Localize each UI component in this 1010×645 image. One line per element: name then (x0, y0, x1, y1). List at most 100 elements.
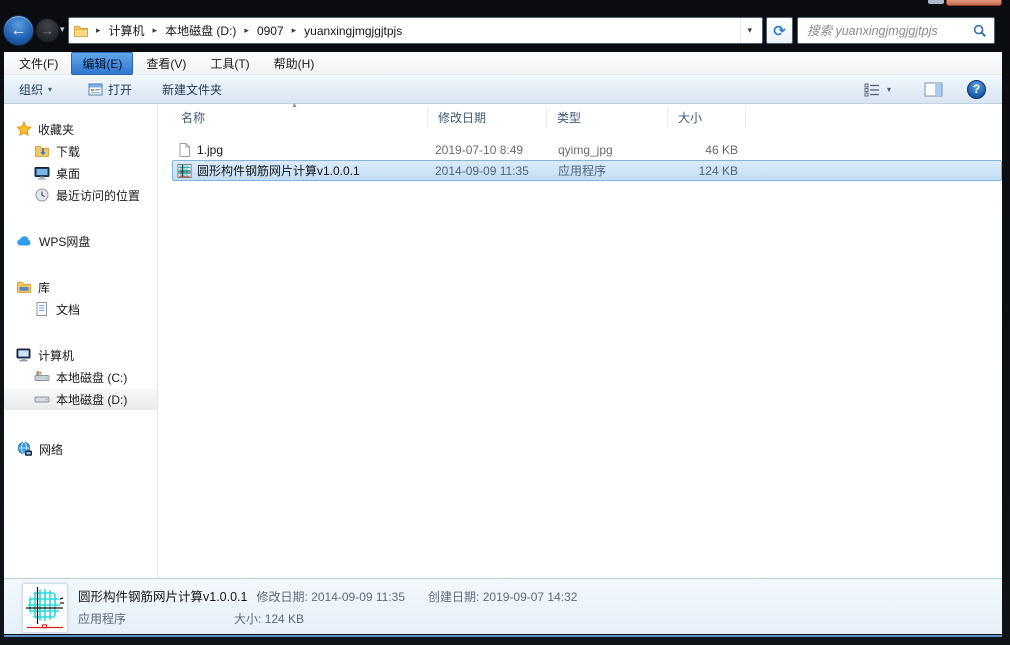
network-icon (17, 441, 32, 456)
details-pane: 圆形构件钢筋网片计算v1.0.0.1 修改日期: 2014-09-09 11:3… (4, 578, 1002, 634)
sidebar-label: 文档 (56, 302, 81, 317)
help-icon: ? (972, 82, 981, 96)
breadcrumb-current-folder[interactable]: yuanxingjmgjgjtpjs (303, 22, 403, 40)
list-view-icon (864, 83, 879, 96)
cloud-icon (17, 236, 31, 246)
forward-button[interactable]: → (35, 18, 60, 43)
sidebar-item-documents[interactable]: 文档 (4, 298, 157, 320)
organize-button[interactable]: 组织 ▾ (10, 77, 61, 102)
column-header-type[interactable]: 类型 (547, 107, 668, 128)
sidebar-item-drive-c[interactable]: 本地磁盘 (C:) (4, 366, 157, 388)
sidebar-label: 本地磁盘 (D:) (56, 392, 128, 407)
open-button[interactable]: 打开 (79, 77, 141, 102)
address-bar[interactable]: ▸ 计算机 ▸ 本地磁盘 (D:) ▸ 0907 ▸ yuanxingjmgjg… (68, 17, 763, 44)
file-name: 圆形构件钢筋网片计算v1.0.0.1 (197, 164, 360, 178)
sidebar-item-computer[interactable]: 计算机 (4, 344, 157, 366)
document-icon (36, 302, 47, 316)
application-window-icon (88, 83, 103, 95)
file-list-pane: ▲ 名称 修改日期 类型 大小 1.jpg 2019-07-10 8:49 qy… (157, 102, 1002, 578)
sidebar-label: 计算机 (38, 348, 75, 363)
recent-pages-dropdown[interactable]: ▾ (60, 24, 65, 35)
menu-file[interactable]: 文件(F) (8, 52, 69, 75)
refresh-button[interactable]: ⟳ (766, 17, 793, 44)
new-folder-label: 新建文件夹 (162, 82, 223, 97)
back-button[interactable]: ← (3, 15, 34, 46)
details-created: 创建日期: 2019-09-07 14:32 (428, 590, 578, 604)
chevron-down-icon: ▾ (747, 25, 752, 35)
details-modified: 修改日期: 2014-09-09 11:35 (256, 590, 406, 604)
new-folder-button[interactable]: 新建文件夹 (153, 77, 231, 102)
sidebar-label: 下载 (56, 144, 81, 159)
open-label: 打开 (108, 82, 133, 97)
sidebar-item-desktop[interactable]: 桌面 (4, 162, 157, 184)
forward-arrow-icon: → (41, 23, 54, 38)
help-button[interactable]: ? (967, 79, 986, 99)
file-modified: 2019-07-10 8:49 (435, 142, 524, 157)
desktop-icon (34, 167, 50, 180)
sidebar-item-drive-d[interactable]: 本地磁盘 (D:) (4, 388, 157, 410)
file-row-application[interactable]: 圆形构件钢筋网片计算v1.0.0.1 2014-09-09 11:35 应用程序… (172, 160, 1002, 181)
sidebar-item-downloads[interactable]: 下载 (4, 140, 157, 162)
sidebar-item-favorites[interactable]: 收藏夹 (4, 118, 157, 140)
sidebar-label: 收藏夹 (38, 122, 75, 137)
address-dropdown-button[interactable]: ▾ (740, 18, 758, 43)
menu-edit[interactable]: 编辑(E) (71, 51, 134, 75)
sidebar-item-network[interactable]: 网络 (4, 438, 157, 460)
chevron-down-icon: ▾ (886, 84, 891, 94)
column-header-size[interactable]: 大小 (668, 107, 746, 128)
image-file-icon (179, 142, 190, 157)
menu-bar: 文件(F) 编辑(E) 查看(V) 工具(T) 帮助(H) (4, 51, 1002, 75)
file-list: 1.jpg 2019-07-10 8:49 qyimg_jpg 46 KB 圆形… (158, 139, 1002, 181)
file-size: 46 KB (705, 142, 738, 157)
search-icon[interactable] (973, 24, 987, 38)
command-toolbar: 组织 ▾ 打开 新建文件夹 ▾ ? (4, 75, 1002, 104)
search-box (797, 17, 995, 44)
sidebar-item-libraries[interactable]: 库 (4, 276, 157, 298)
sidebar-item-recent-places[interactable]: 最近访问的位置 (4, 184, 157, 206)
details-text: 圆形构件钢筋网片计算v1.0.0.1 修改日期: 2014-09-09 11:3… (78, 586, 578, 626)
navigation-pane: 收藏夹 下载 桌面 最近访问的位置 WPS网盘 库 文档 计算机 本地磁盘 (C… (4, 104, 157, 578)
maximize-button[interactable] (928, 0, 944, 4)
preview-pane-icon (924, 82, 943, 96)
sidebar-label: 桌面 (56, 166, 81, 181)
search-input[interactable] (798, 18, 994, 43)
chevron-down-icon: ▾ (48, 84, 53, 94)
breadcrumb-separator[interactable]: ▸ (153, 25, 158, 36)
breadcrumb-drive-d[interactable]: 本地磁盘 (D:) (164, 20, 237, 41)
column-header-name[interactable]: 名称 (158, 107, 428, 128)
details-file-type: 应用程序 (78, 612, 127, 626)
menu-view[interactable]: 查看(V) (135, 52, 197, 75)
folder-icon (74, 25, 88, 37)
explorer-window: ← → ▾ ▸ 计算机 ▸ 本地磁盘 (D:) ▸ 0907 ▸ yuanxin… (0, 0, 1010, 645)
selected-file-thumbnail (22, 583, 68, 633)
breadcrumb-computer[interactable]: 计算机 (108, 20, 146, 41)
file-row-jpg[interactable]: 1.jpg 2019-07-10 8:49 qyimg_jpg 46 KB (172, 139, 1002, 160)
preview-pane-button[interactable] (915, 78, 952, 101)
sidebar-label: 库 (38, 280, 51, 295)
breadcrumb-separator[interactable]: ▸ (96, 25, 101, 36)
sidebar-label: 本地磁盘 (C:) (56, 370, 128, 385)
star-icon (16, 121, 32, 136)
back-arrow-icon: ← (10, 21, 27, 39)
breadcrumb-separator[interactable]: ▸ (244, 25, 249, 36)
application-grid-icon (177, 163, 192, 178)
computer-icon (16, 348, 31, 362)
chevron-down-icon: ▾ (60, 24, 65, 34)
breadcrumb-0907[interactable]: 0907 (256, 22, 285, 40)
refresh-icon: ⟳ (773, 22, 786, 40)
menu-tools[interactable]: 工具(T) (199, 52, 260, 75)
details-title: 圆形构件钢筋网片计算v1.0.0.1 (78, 590, 248, 604)
views-button[interactable]: ▾ (855, 78, 900, 101)
menu-help[interactable]: 帮助(H) (263, 52, 326, 75)
breadcrumb-separator[interactable]: ▸ (292, 25, 297, 36)
close-button[interactable] (946, 0, 1002, 6)
column-header-modified[interactable]: 修改日期 (428, 107, 547, 128)
window-bottom-edge (4, 635, 1002, 637)
drive-d-icon (34, 396, 50, 403)
sidebar-item-wps-cloud[interactable]: WPS网盘 (4, 230, 157, 252)
sidebar-label: 网络 (39, 442, 64, 457)
downloads-folder-icon (35, 146, 49, 157)
drive-c-icon (34, 371, 50, 381)
libraries-icon (17, 282, 31, 293)
sidebar-label: 最近访问的位置 (56, 188, 141, 203)
